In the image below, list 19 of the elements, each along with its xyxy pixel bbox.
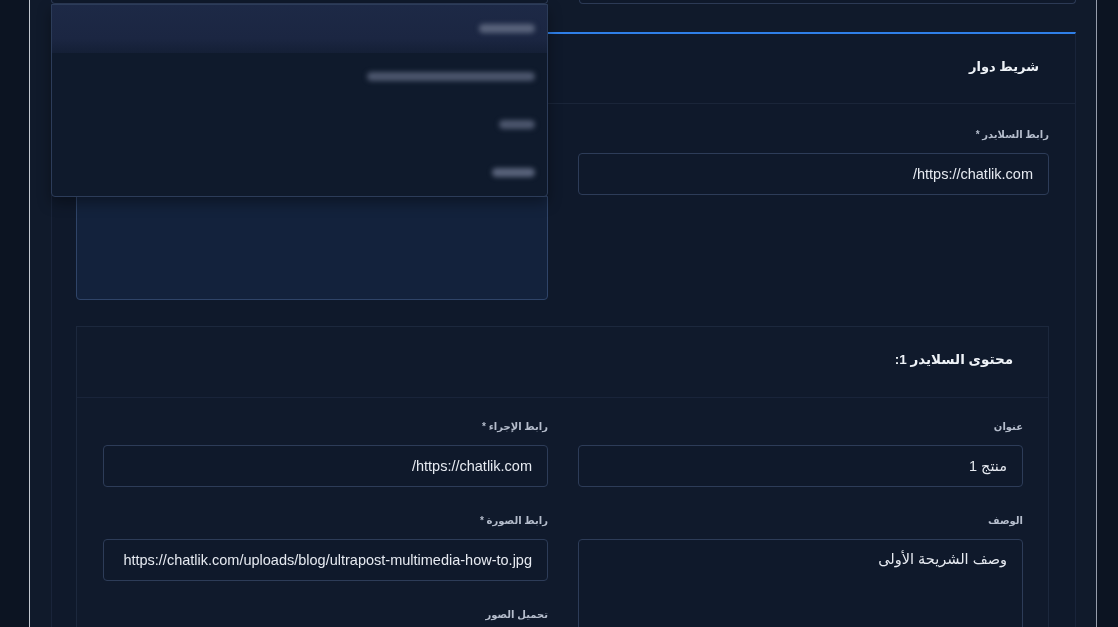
text-input[interactable]: https://chatlik.com/uploads/blog/ultrapost-multimedia-how-to.jpg bbox=[103, 539, 548, 581]
slide-title: محتوى السلايدر 1: bbox=[894, 351, 1013, 367]
field-label: عنوان bbox=[992, 420, 1023, 434]
dropdown-option[interactable] bbox=[52, 5, 547, 53]
field-label: رابط الصورة * bbox=[478, 514, 548, 529]
field-label: رابط الإجراء * bbox=[481, 420, 548, 435]
blurred-text bbox=[492, 167, 535, 177]
text-input[interactable]: منتج 1 bbox=[578, 445, 1023, 487]
field-label: تحميل الصور bbox=[484, 608, 548, 623]
field-label: رابط السلايدر * bbox=[974, 128, 1049, 143]
text-input[interactable]: https://chatlik.com/ bbox=[103, 445, 548, 487]
text-input[interactable]: https://chatlik.com/ bbox=[577, 153, 1049, 195]
text-area[interactable]: وصف الشريحة الأولى bbox=[578, 539, 1023, 627]
text-area[interactable] bbox=[76, 196, 548, 300]
field-label: الوصف bbox=[986, 514, 1023, 529]
card-title: شريط دوار bbox=[969, 58, 1039, 74]
input-field[interactable] bbox=[579, 0, 1076, 4]
blurred-text bbox=[499, 119, 535, 129]
blurred-text bbox=[479, 24, 535, 34]
